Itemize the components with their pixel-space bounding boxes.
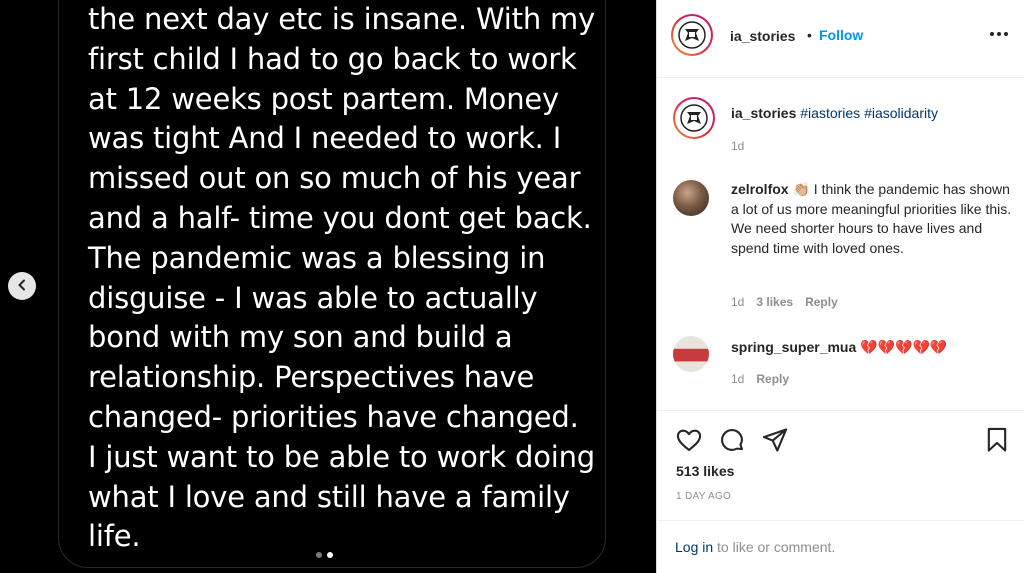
carousel-dot xyxy=(316,552,322,558)
likes-count[interactable]: 513 likes xyxy=(676,463,734,479)
story-line: disguise - I was able to actually xyxy=(88,280,538,315)
story-line: bond with my son and build a xyxy=(88,320,513,355)
comments-list: ia_stories #iastories #iasolidarity 1d z… xyxy=(657,79,1024,409)
reply-button[interactable]: Reply xyxy=(805,295,838,309)
story-line: the next day etc is insane. With my xyxy=(88,2,596,36)
follow-button[interactable]: Follow xyxy=(819,27,863,43)
clapping-emoji: 👏🏼 xyxy=(792,181,810,197)
story-line: was tight And I needed to work. I xyxy=(88,121,562,156)
avatar[interactable] xyxy=(673,180,709,216)
post-media: the next day etc is insane. With my firs… xyxy=(0,0,656,573)
story-line: at 12 weeks post partem. Money xyxy=(88,81,559,116)
comment-username[interactable]: zelrolfox xyxy=(731,181,789,197)
comment-meta: 1d 3 likes Reply xyxy=(731,295,838,309)
story-text: the next day etc is insane. With my firs… xyxy=(88,0,598,557)
story-line: life. xyxy=(88,519,141,554)
login-link[interactable]: Log in xyxy=(675,539,713,555)
previous-slide-button[interactable] xyxy=(8,272,36,300)
story-line: and a half- time you dont get back. xyxy=(88,200,592,235)
comment-likes[interactable]: 3 likes xyxy=(756,295,793,309)
comment-icon[interactable] xyxy=(718,426,746,454)
post-actions: 513 likes 1 DAY AGO xyxy=(657,410,1024,520)
bookmark-icon[interactable] xyxy=(983,426,1011,454)
story-line: what I love and still have a family xyxy=(88,479,570,514)
caption-time[interactable]: 1d xyxy=(731,139,744,153)
story-line: I just want to be able to work doing xyxy=(88,439,595,474)
ia-logo-icon xyxy=(675,18,709,52)
avatar[interactable] xyxy=(673,97,715,139)
login-prompt: Log in to like or comment. xyxy=(657,520,1024,573)
avatar[interactable] xyxy=(671,14,713,56)
separator-dot: • xyxy=(807,27,812,43)
login-prompt-text: to like or comment. xyxy=(713,539,836,555)
comment-username[interactable]: spring_super_mua xyxy=(731,339,856,355)
comment-time[interactable]: 1d xyxy=(731,295,744,309)
caption-meta: 1d xyxy=(731,139,744,153)
comment-text: 💔💔💔💔💔 xyxy=(860,339,948,355)
ia-logo-icon xyxy=(677,101,711,135)
comment-time[interactable]: 1d xyxy=(731,372,744,386)
story-line: missed out on so much of his year xyxy=(88,161,581,196)
post-header: ia_stories • Follow xyxy=(657,0,1024,78)
post-timestamp[interactable]: 1 DAY AGO xyxy=(676,491,731,502)
post-side-panel: ia_stories • Follow ia_stories #iastorie… xyxy=(656,0,1024,573)
reply-button[interactable]: Reply xyxy=(756,372,789,386)
caption-hashtags[interactable]: #iastories #iasolidarity xyxy=(800,105,938,121)
story-line: relationship. Perspectives have xyxy=(88,360,535,395)
carousel-indicator xyxy=(316,552,333,558)
story-line: first child I had to go back to work xyxy=(88,41,577,76)
story-line: changed- priorities have changed. xyxy=(88,399,579,434)
comment-meta: 1d Reply xyxy=(731,372,789,386)
story-line: The pandemic was a blessing in xyxy=(88,240,546,275)
heart-icon[interactable] xyxy=(675,426,703,454)
carousel-dot-active xyxy=(327,552,333,558)
avatar[interactable] xyxy=(673,336,709,372)
more-options-icon[interactable] xyxy=(990,32,1008,36)
header-username[interactable]: ia_stories xyxy=(730,28,795,44)
share-icon[interactable] xyxy=(761,426,789,454)
chevron-left-icon xyxy=(16,279,28,294)
caption-username[interactable]: ia_stories xyxy=(731,105,796,121)
